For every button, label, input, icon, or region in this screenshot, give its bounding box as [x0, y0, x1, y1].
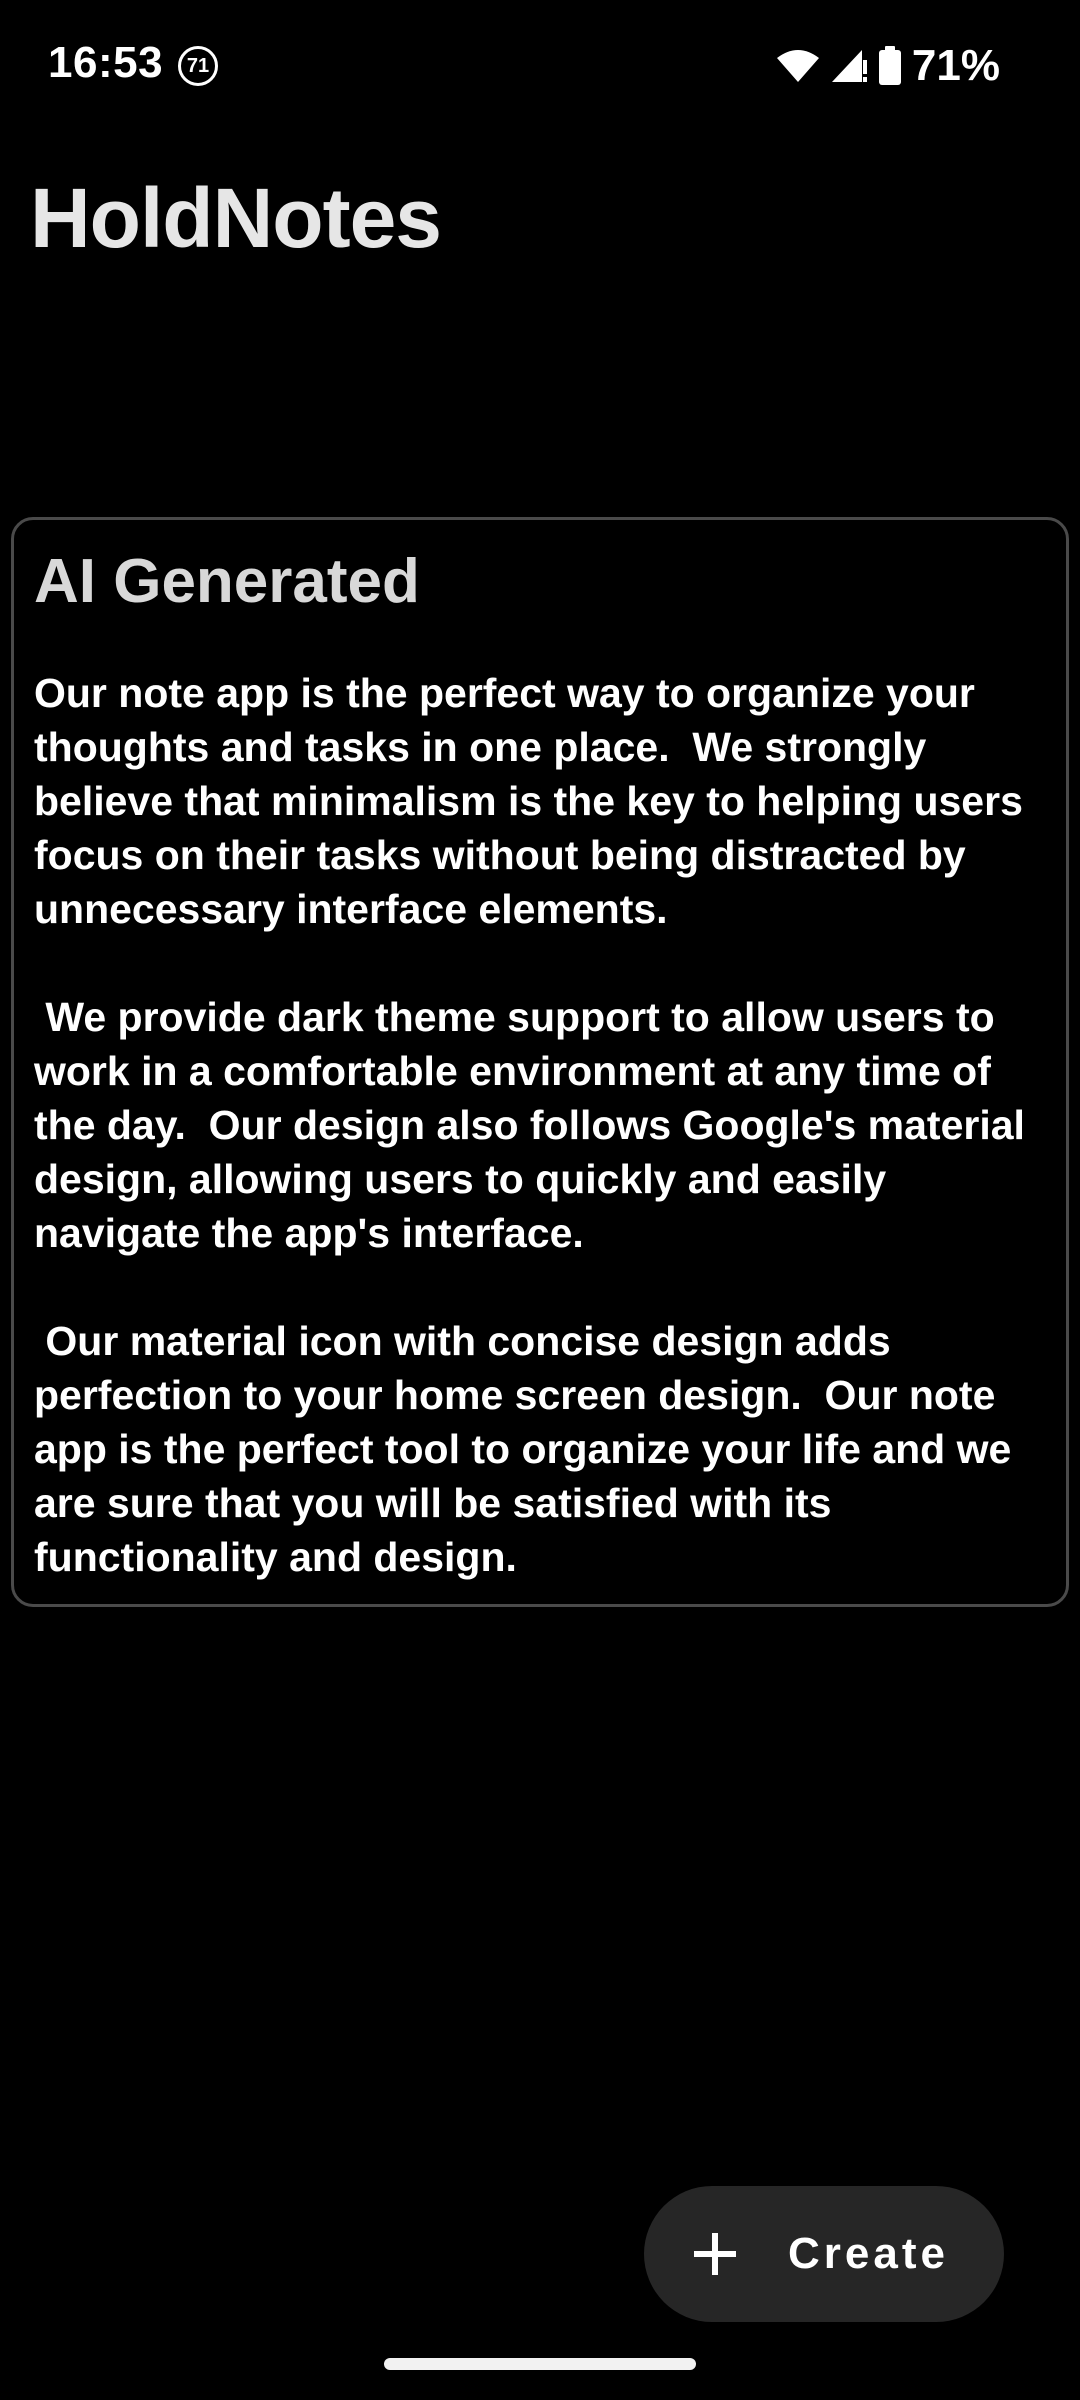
app-title: HoldNotes	[30, 171, 442, 265]
plus-icon	[694, 2233, 736, 2275]
battery-percent: 71%	[911, 41, 1000, 90]
note-body: Our note app is the perfect way to organ…	[34, 670, 1025, 1580]
create-button-label: Create	[788, 2229, 949, 2278]
gesture-navigation-bar[interactable]	[384, 2358, 696, 2370]
status-time: 16:53	[48, 38, 164, 87]
note-card[interactable]: AI Generated Our note app is the perfect…	[11, 517, 1069, 1607]
create-button[interactable]: Create	[644, 2186, 1004, 2322]
cell-signal-icon	[830, 48, 868, 84]
status-bar: 16:53 71 71%	[0, 0, 1080, 130]
wifi-icon	[776, 48, 820, 84]
status-icons: 71%	[776, 38, 1000, 94]
note-title: AI Generated	[34, 547, 420, 616]
battery-icon	[878, 46, 902, 86]
notification-badge-icon: 71	[178, 46, 218, 86]
